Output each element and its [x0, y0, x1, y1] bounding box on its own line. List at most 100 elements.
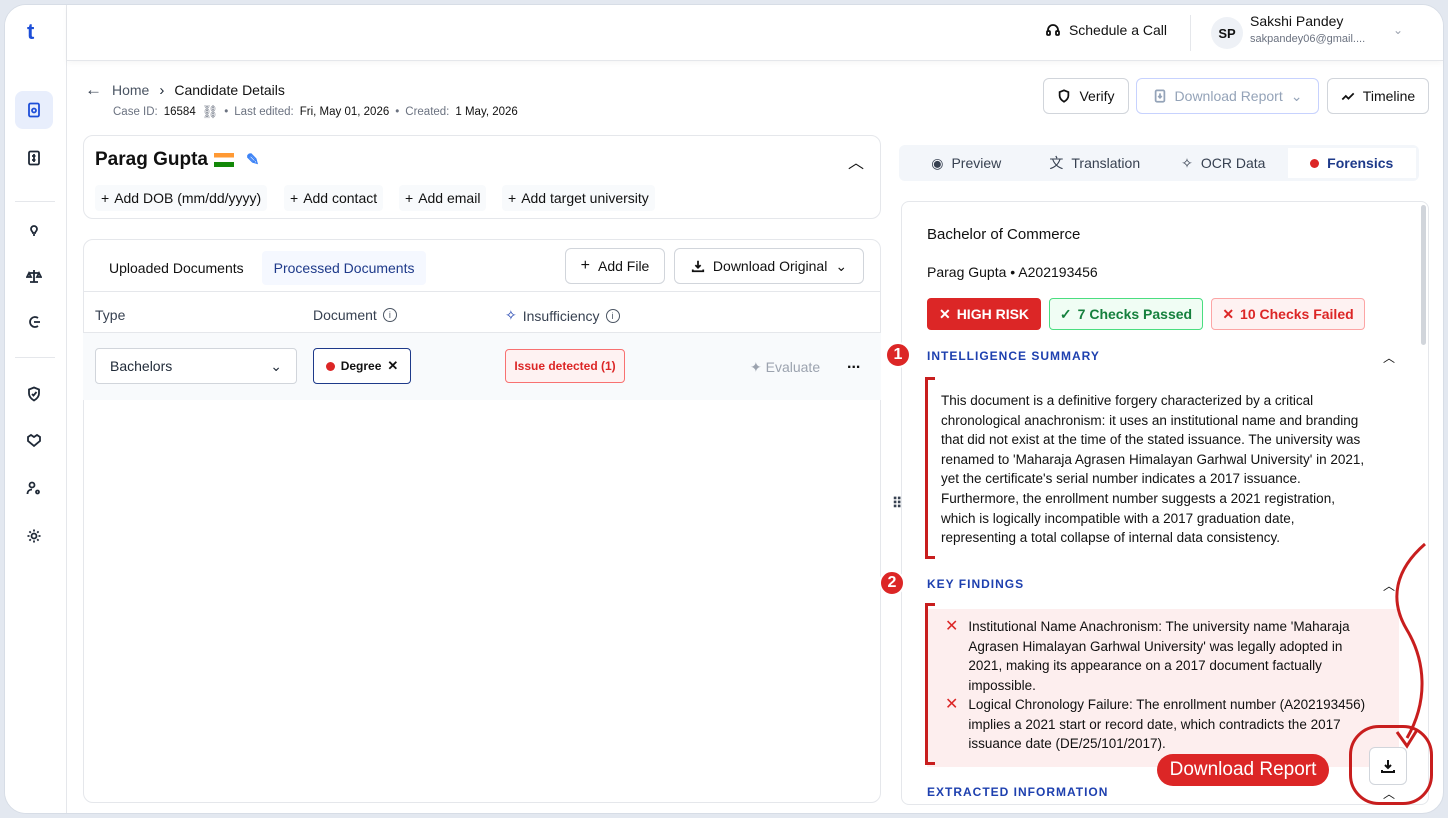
- handshake-icon[interactable]: [15, 421, 53, 459]
- plus-icon: +: [101, 190, 110, 206]
- documents-icon[interactable]: [15, 91, 53, 129]
- verify-label: Verify: [1079, 88, 1115, 104]
- gear-icon[interactable]: [15, 517, 53, 555]
- close-icon: ✕: [945, 696, 959, 713]
- add-contact-link[interactable]: + Add contact: [284, 185, 384, 211]
- app-logo[interactable]: t: [27, 19, 34, 45]
- info-icon[interactable]: i: [605, 308, 620, 323]
- meta-separator: •: [224, 106, 229, 118]
- degree-chip[interactable]: Degree ✕: [313, 348, 411, 384]
- annotation-bracket: [925, 603, 935, 765]
- report-subtitle: Parag Gupta • A202193456: [927, 264, 1098, 280]
- collapse-chevron-icon[interactable]: ︿: [848, 149, 864, 173]
- download-report-label: Download Report: [1174, 88, 1283, 104]
- finding-line: implies a 2021 start or record date, whi…: [968, 716, 1341, 732]
- tab-ocr-data[interactable]: ✧ OCR Data: [1159, 148, 1288, 178]
- user-email: sakpandey06@gmail....: [1250, 33, 1366, 45]
- breadcrumb-home[interactable]: Home: [112, 82, 149, 98]
- status-dot: [325, 361, 335, 371]
- sidebar: t: [5, 5, 67, 813]
- meta-separator: •: [395, 106, 400, 118]
- schedule-call-label: Schedule a Call: [1068, 22, 1167, 38]
- schedule-call-button[interactable]: Schedule a Call: [1045, 22, 1167, 38]
- tab-preview[interactable]: ◉ Preview: [902, 148, 1031, 178]
- tab-preview-label: Preview: [951, 155, 1002, 171]
- more-options-icon[interactable]: ...: [847, 355, 860, 373]
- status-dot: [1310, 158, 1320, 168]
- close-icon[interactable]: ✕: [387, 358, 398, 374]
- lightbulb-icon[interactable]: [15, 211, 53, 249]
- user-name: Sakshi Pandey: [1250, 13, 1344, 29]
- add-email-link[interactable]: + Add email: [399, 185, 487, 211]
- download-original-label: Download Original: [712, 258, 828, 274]
- high-risk-badge: ✕ HIGH RISK: [927, 298, 1041, 330]
- add-dob-link[interactable]: + Add DOB (mm/dd/yyyy): [95, 185, 268, 211]
- annotation-badge-1: 1: [885, 342, 911, 368]
- right-panel-tabs: ◉ Preview 文 Translation ✧ OCR Data Forensic…: [899, 145, 1419, 181]
- scrollbar[interactable]: [1421, 205, 1426, 345]
- add-university-link[interactable]: + Add target university: [502, 185, 655, 211]
- close-icon: ✕: [938, 305, 951, 322]
- edit-pencil-icon[interactable]: ✎: [246, 150, 259, 170]
- checks-failed-badge[interactable]: ✕ 10 Checks Failed: [1211, 298, 1365, 330]
- summary-line: renamed to 'Maharaja Agrasen Himalayan G…: [941, 451, 1365, 467]
- annotation-bracket: [925, 377, 935, 559]
- sparkle-icon: ✦: [750, 359, 762, 375]
- document-type-value: Bachelors: [110, 358, 173, 374]
- tab-processed-documents[interactable]: Processed Documents: [261, 251, 427, 285]
- chevron-up-icon[interactable]: ︿: [1383, 349, 1395, 366]
- timeline-button[interactable]: Timeline: [1327, 78, 1429, 114]
- created-date: 1 May, 2026: [455, 106, 518, 118]
- file-download-icon: [1154, 89, 1165, 103]
- candidate-header: Parag Gupta ✎: [95, 149, 259, 171]
- candidate-name: Parag Gupta: [95, 149, 208, 170]
- annotation-arrow: [1395, 542, 1426, 749]
- evaluate-label: Evaluate: [765, 359, 821, 375]
- link-icon[interactable]: ⛓: [202, 104, 219, 120]
- avatar[interactable]: SP: [1211, 17, 1243, 49]
- graduation-icon[interactable]: [15, 303, 53, 341]
- invoice-icon[interactable]: [15, 139, 53, 177]
- tab-translation[interactable]: 文 Translation: [1031, 148, 1160, 178]
- finding-line: issuance date (DE/25/101/2017).: [968, 736, 1166, 752]
- checks-passed-badge[interactable]: ✓ 7 Checks Passed: [1049, 298, 1203, 330]
- case-meta: Case ID: 16584 ⛓ • Last edited: Fri, May…: [113, 104, 518, 120]
- timeline-label: Timeline: [1362, 88, 1416, 104]
- document-type-select[interactable]: Bachelors ⌄: [95, 348, 297, 384]
- summary-line: which is logically incompatible with a 2…: [941, 510, 1295, 526]
- finding-line: Institutional Name Anachronism: The univ…: [968, 619, 1350, 634]
- verify-button[interactable]: Verify: [1043, 78, 1129, 114]
- scales-icon[interactable]: [15, 257, 53, 295]
- column-header-type: Type: [95, 307, 125, 323]
- extracted-information-heading: EXTRACTED INFORMATION: [927, 785, 1109, 799]
- summary-line: that did not exist at the time of the st…: [941, 432, 1361, 448]
- breadcrumb-current: Candidate Details: [174, 82, 285, 98]
- download-icon: [691, 260, 705, 273]
- shield-icon[interactable]: [15, 375, 53, 413]
- chevron-down-icon[interactable]: ⌄: [1393, 23, 1403, 37]
- info-icon[interactable]: i: [382, 308, 397, 322]
- trend-icon: [1341, 92, 1355, 101]
- column-header-insufficiency: ✧ Insufficiency i: [505, 307, 620, 324]
- user-settings-icon[interactable]: [15, 469, 53, 507]
- back-arrow-icon[interactable]: ←: [85, 80, 102, 100]
- add-file-button[interactable]: + Add File: [565, 248, 665, 284]
- summary-line: representing a total collapse of interna…: [941, 530, 1280, 546]
- document-tabs: Uploaded Documents Processed Documents: [97, 251, 427, 285]
- column-header-document: Document i: [313, 307, 397, 323]
- tab-forensics[interactable]: Forensics: [1287, 148, 1416, 178]
- add-contact-label: Add contact: [303, 190, 378, 206]
- divider: [83, 291, 881, 292]
- evaluate-button[interactable]: ✦ Evaluate: [750, 359, 820, 376]
- summary-line: yet the certificate's serial number indi…: [941, 471, 1301, 487]
- chevron-down-icon: ⌄: [270, 357, 282, 374]
- download-report-button[interactable]: Download Report ⌄: [1136, 78, 1319, 114]
- issue-badge[interactable]: Issue detected (1): [505, 349, 625, 383]
- plus-icon: +: [405, 190, 414, 206]
- tab-uploaded-documents[interactable]: Uploaded Documents: [97, 251, 256, 285]
- download-original-button[interactable]: Download Original ⌄: [674, 248, 864, 284]
- finding-item: ✕ Logical Chronology Failure: The enroll…: [945, 695, 1385, 754]
- key-findings-heading: KEY FINDINGS: [927, 577, 1025, 591]
- sparkle-icon: ✧: [505, 307, 517, 323]
- summary-line: Furthermore, the enrollment number sugge…: [941, 490, 1335, 506]
